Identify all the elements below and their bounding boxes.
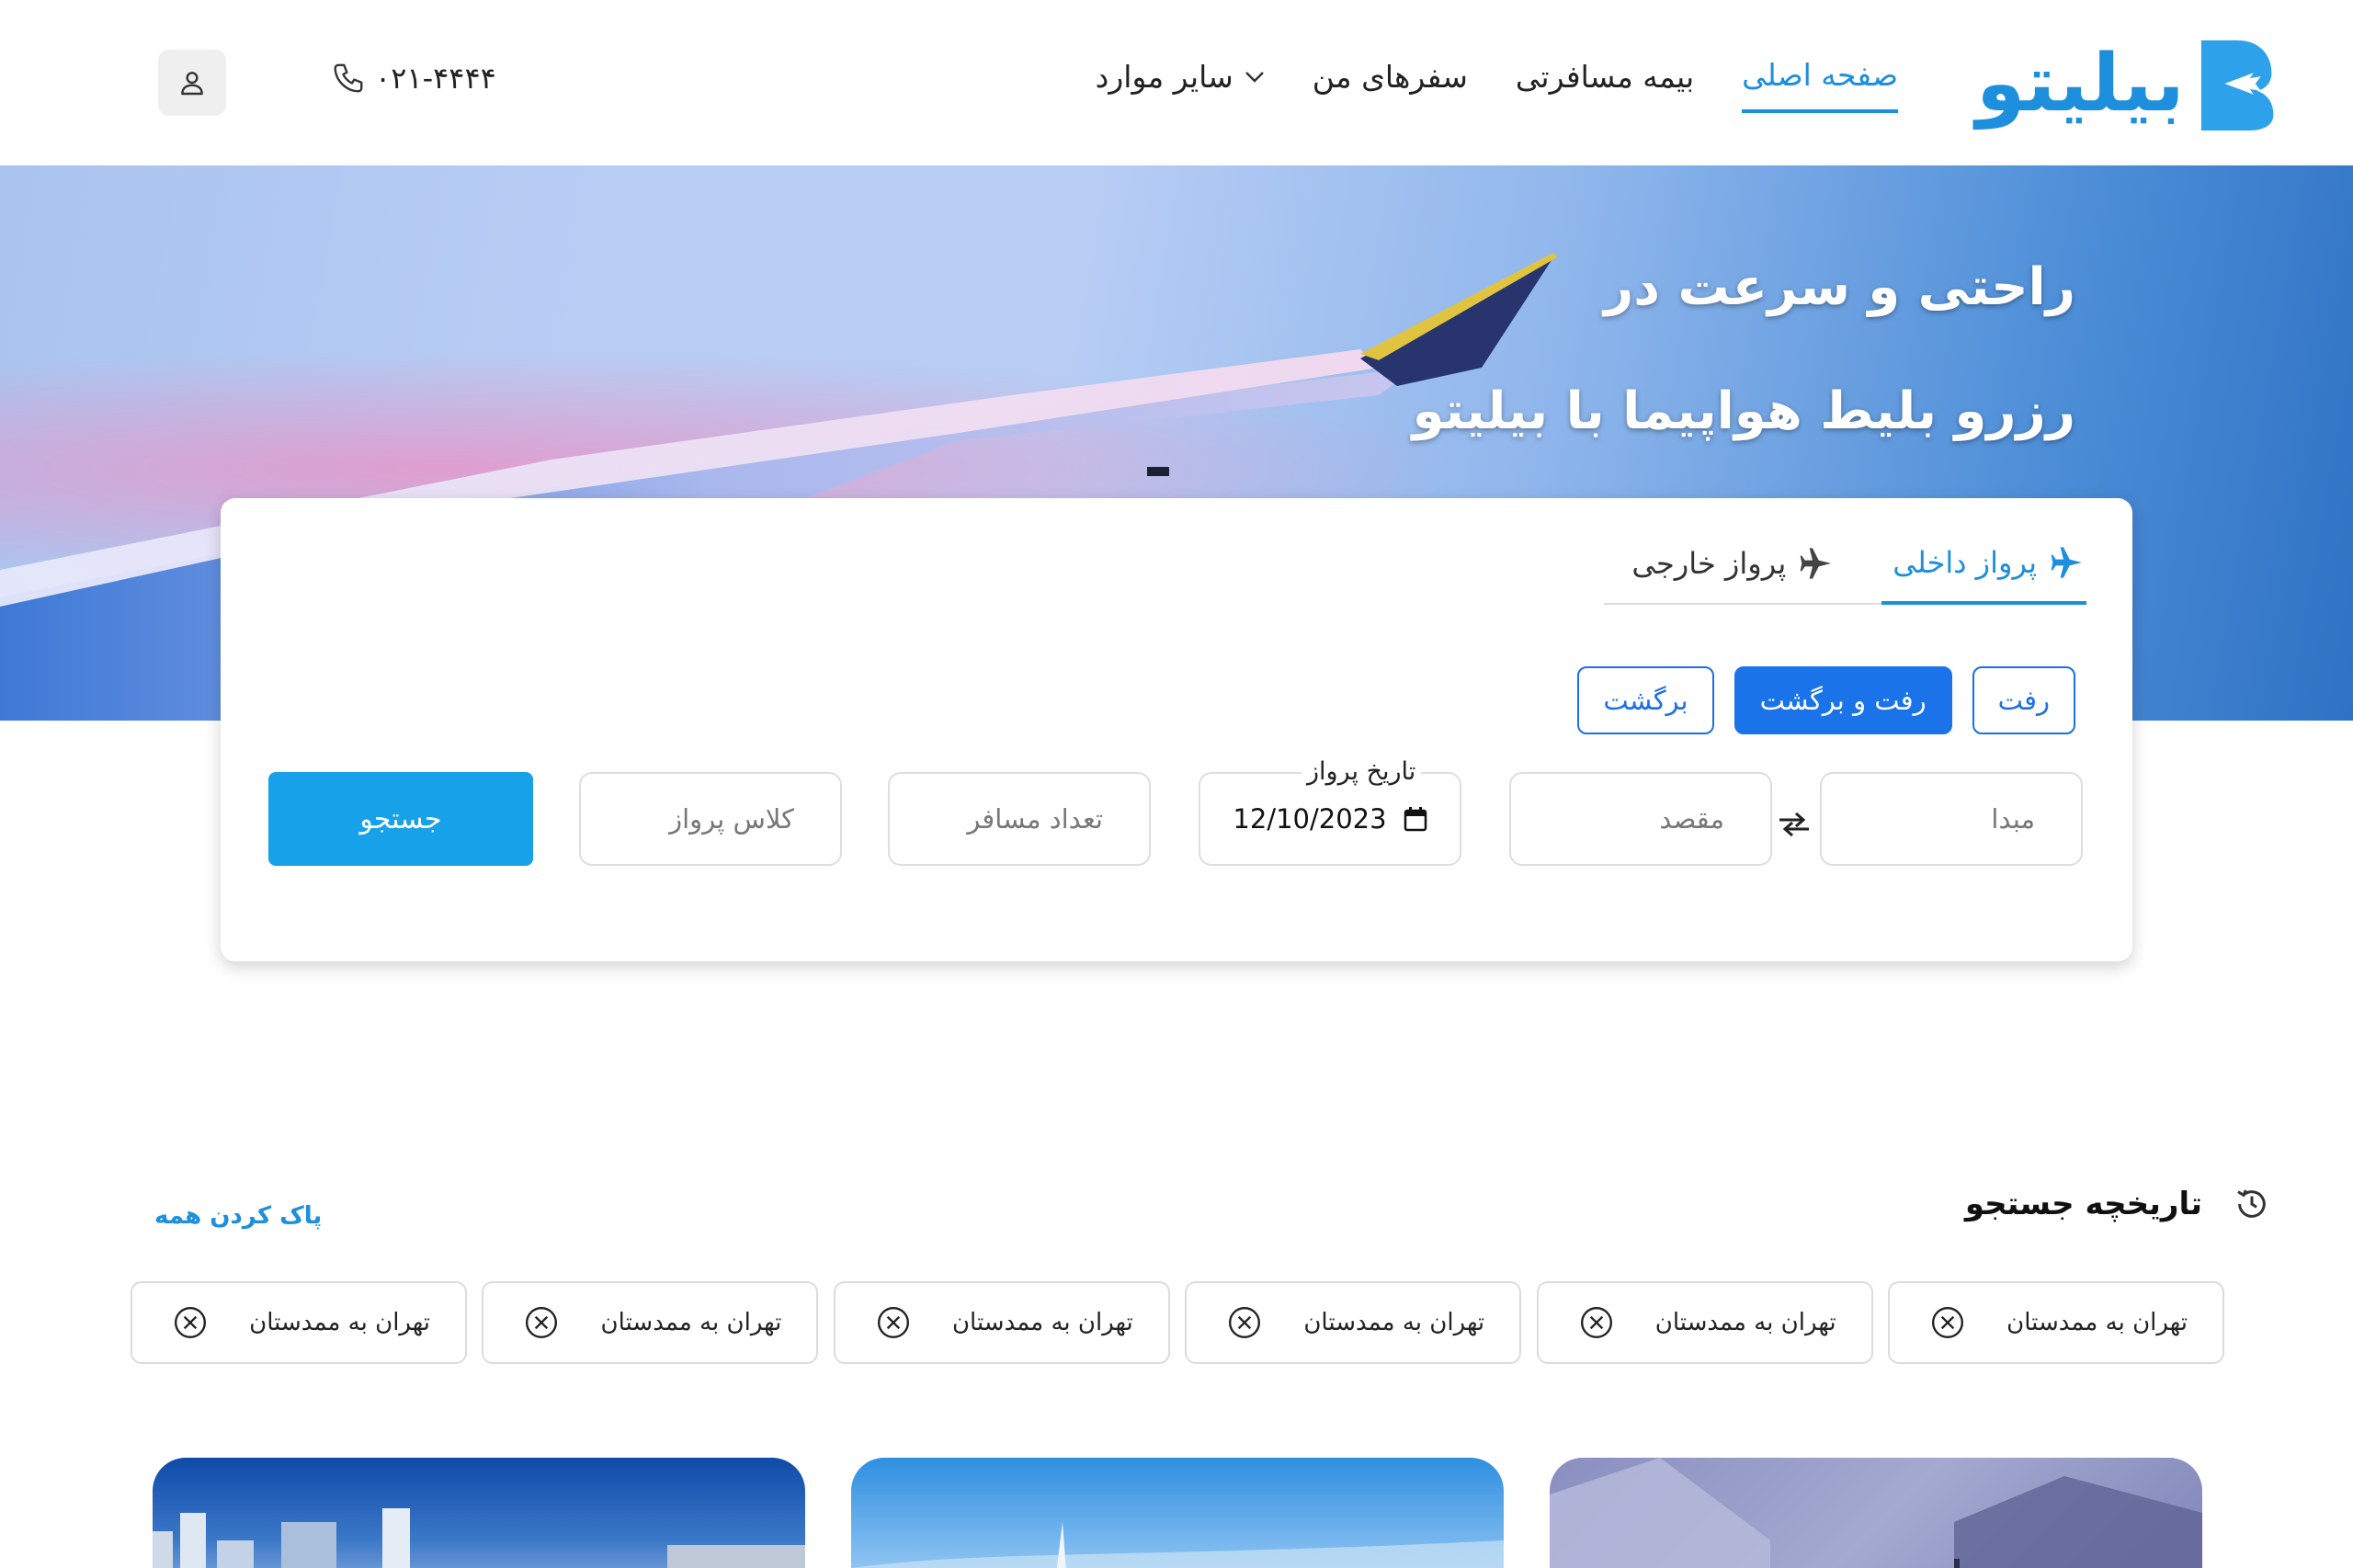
user-icon	[181, 72, 203, 96]
nav-home[interactable]: صفحه اصلی	[1742, 57, 1898, 113]
site-header: بیلیتو صفحه اصلی بیمه مسافرتی سفرهای من …	[0, 0, 2353, 165]
history-item-label: تهران به ممدستان	[249, 1309, 430, 1336]
history-item[interactable]: تهران به ممدستان	[1536, 1281, 1873, 1364]
remove-icon[interactable]	[1227, 1305, 1262, 1340]
clear-history-link[interactable]: پاک کردن همه	[154, 1202, 322, 1230]
nav-travel-insurance[interactable]: بیمه مسافرتی	[1516, 59, 1694, 111]
calendar-icon[interactable]	[1404, 806, 1427, 832]
coastal-scene-image	[851, 1522, 1504, 1568]
flight-type-tabs: پرواز داخلی پرواز خارجی	[1604, 544, 2086, 605]
logo-plane-icon	[2200, 40, 2274, 131]
chevron-down-icon	[1245, 71, 1264, 83]
swap-arrows-icon[interactable]	[1776, 811, 1813, 838]
phone-icon	[334, 63, 363, 93]
history-item[interactable]: تهران به ممدستان	[833, 1281, 1170, 1364]
destination-card-mountain[interactable]	[1550, 1458, 2202, 1568]
history-item-label: تهران به ممدستان	[1654, 1309, 1836, 1336]
flight-date-input[interactable]: تاریخ پرواز 12/10/2023	[1199, 757, 1461, 866]
logo-text: بیلیتو	[1976, 38, 2187, 130]
history-item-label: تهران به ممدستان	[1303, 1309, 1485, 1336]
nav-more[interactable]: سایر موارد	[1096, 59, 1265, 111]
support-phone[interactable]: ۰۲۱-۴۴۴۴	[331, 61, 496, 96]
trip-one-way-button[interactable]: رفت	[1972, 666, 2075, 734]
trip-round-trip-button[interactable]: رفت و برگشت	[1733, 666, 1952, 734]
flight-search-card: پرواز داخلی پرواز خارجی رفت رفت و برگشت …	[221, 498, 2132, 961]
nav-more-label: سایر موارد	[1095, 59, 1233, 95]
remove-icon[interactable]	[1579, 1305, 1614, 1340]
mountain-scene-image	[1550, 1458, 2202, 1568]
user-account-button[interactable]	[158, 50, 226, 116]
hero-headline-line2: رزرو بلیط هواپیما با بیلیتو	[1412, 381, 2075, 441]
airplane-icon	[2051, 547, 2082, 578]
passenger-count-input[interactable]: تعداد مسافر	[888, 772, 1151, 866]
nav-my-trips[interactable]: سفرهای من	[1313, 59, 1468, 111]
search-button[interactable]: جستجو	[268, 772, 533, 866]
remove-icon[interactable]	[173, 1305, 208, 1340]
origin-input[interactable]: مبدا	[1820, 772, 2083, 866]
hero-headline-line1: راحتی و سرعت در	[1603, 257, 2075, 317]
history-item[interactable]: تهران به ممدستان	[482, 1281, 819, 1364]
history-item[interactable]: تهران به ممدستان	[1185, 1281, 1522, 1364]
phone-number: ۰۲۱-۴۴۴۴	[375, 61, 496, 96]
main-nav: صفحه اصلی بیمه مسافرتی سفرهای من سایر مو…	[1096, 57, 1898, 113]
remove-icon[interactable]	[1930, 1305, 1965, 1340]
tab-international-label: پرواز خارجی	[1631, 546, 1787, 581]
city-skyline-image	[153, 1508, 805, 1568]
history-item[interactable]: تهران به ممدستان	[131, 1281, 467, 1364]
flight-date-label: تاریخ پرواز	[1302, 757, 1422, 786]
brand-logo[interactable]: بیلیتو	[1976, 33, 2275, 134]
trip-type-selector: رفت رفت و برگشت برگشت	[1577, 666, 2075, 734]
history-item-label: تهران به ممدستان	[951, 1309, 1133, 1336]
flight-class-input[interactable]: کلاس پرواز	[579, 772, 842, 866]
history-item-label: تهران به ممدستان	[600, 1309, 782, 1336]
trip-return-button[interactable]: برگشت	[1577, 666, 1714, 734]
tab-domestic-flight[interactable]: پرواز داخلی	[1881, 544, 2086, 605]
history-item[interactable]: تهران به ممدستان	[1887, 1281, 2224, 1364]
airplane-icon	[1800, 548, 1832, 579]
flight-date-value: 12/10/2023	[1233, 803, 1387, 835]
remove-icon[interactable]	[876, 1305, 911, 1340]
destination-input[interactable]: مقصد	[1509, 772, 1772, 866]
history-item-label: تهران به ممدستان	[2006, 1309, 2188, 1336]
search-history-list: تهران به ممدستان تهران به ممدستان تهران …	[131, 1281, 2224, 1364]
tab-international-flight[interactable]: پرواز خارجی	[1604, 544, 1882, 605]
tab-domestic-label: پرواز داخلی	[1893, 545, 2037, 580]
remove-icon[interactable]	[524, 1305, 559, 1340]
destination-card-coast[interactable]	[851, 1458, 1504, 1568]
search-history-title: تاریخچه جستجو	[1964, 1186, 2202, 1222]
destination-card-city[interactable]	[153, 1458, 805, 1568]
search-history-header: تاریخچه جستجو	[1965, 1186, 2270, 1222]
history-icon	[2237, 1189, 2266, 1218]
